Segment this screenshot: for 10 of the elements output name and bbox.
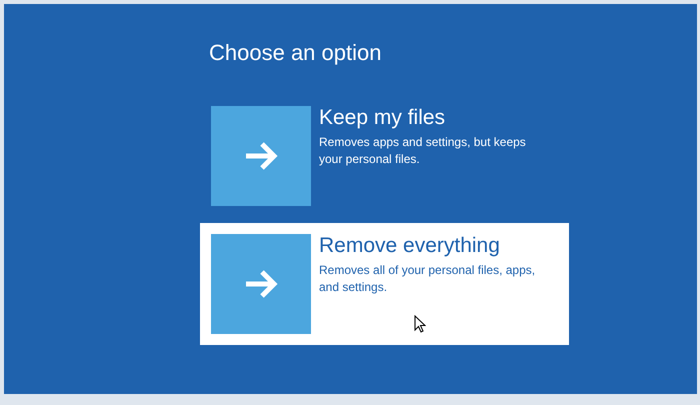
option-title: Keep my files xyxy=(319,106,446,130)
option-button[interactable]: Keep my files Removes apps and settings, but keeps your personal files. xyxy=(200,95,569,217)
option-description: Removes apps and settings, but keeps your personal files. xyxy=(319,134,527,168)
arrow-icon xyxy=(244,142,278,170)
option-title: Remove everything xyxy=(319,234,501,258)
arrow-icon xyxy=(244,270,278,298)
screen-title: Choose an option xyxy=(209,40,382,66)
option-button[interactable]: Remove everything Removes all of your personal files, apps, and settings. xyxy=(200,223,569,345)
cursor-icon xyxy=(414,315,426,333)
option-description: Removes all of your personal files, apps, and settings. xyxy=(319,262,536,296)
